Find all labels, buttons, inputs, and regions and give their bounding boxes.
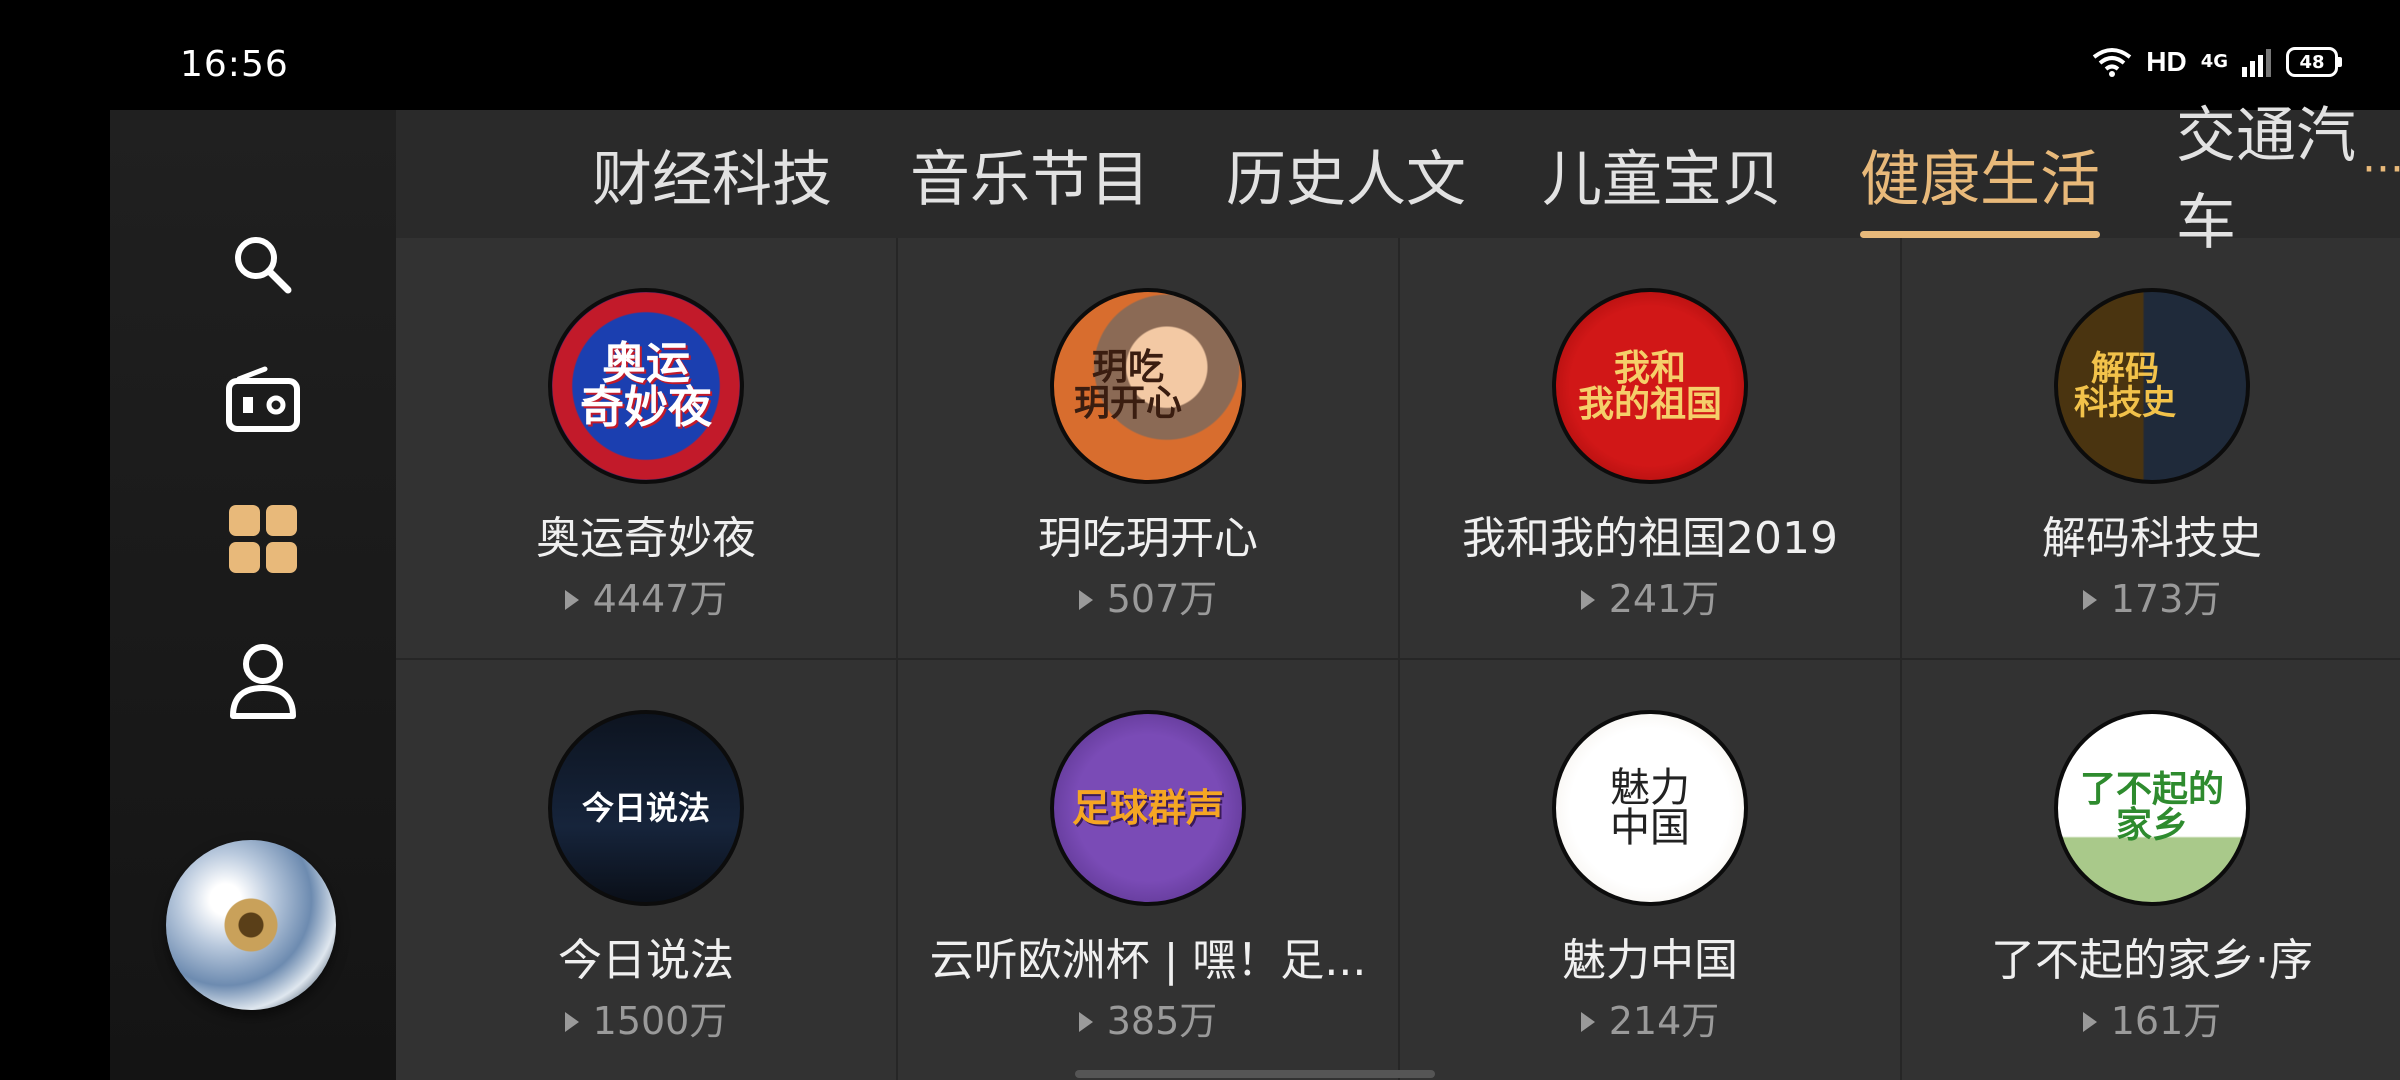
battery-indicator: 48 <box>2286 47 2342 77</box>
signal-icon <box>2242 49 2271 77</box>
sidebar-radio[interactable] <box>208 345 318 455</box>
program-card[interactable]: 魅力 中国 魅力中国 214万 <box>1400 660 1900 1080</box>
program-title: 魅力中国 <box>1562 935 1738 986</box>
tab-music[interactable]: 音乐节目 <box>910 110 1150 238</box>
program-grid: 奥运 奇妙夜 奥运奇妙夜 4447万 玥吃 玥开心 玥吃玥开心 507万 我和 … <box>396 238 2400 1080</box>
program-plays: 1500万 <box>396 990 896 1045</box>
play-count: 4447万 <box>592 577 728 621</box>
program-title: 解码科技史 <box>2042 513 2262 564</box>
user-icon <box>230 644 296 719</box>
program-plays: 385万 <box>898 990 1398 1045</box>
program-card[interactable]: 我和 我的祖国 我和我的祖国2019 241万 <box>1400 238 1900 658</box>
album-disc-icon[interactable] <box>166 840 336 1010</box>
play-count: 173万 <box>2110 577 2222 621</box>
grid-icon <box>229 505 297 573</box>
active-tab-indicator <box>1860 231 2100 238</box>
program-title: 了不起的家乡·序 <box>1991 935 2313 986</box>
program-card[interactable]: 奥运 奇妙夜 奥运奇妙夜 4447万 <box>396 238 896 658</box>
sidebar-category[interactable] <box>208 484 318 594</box>
more-tabs-icon[interactable]: ··· <box>2362 144 2400 195</box>
program-plays: 161万 <box>1902 990 2400 1045</box>
program-title: 今日说法 <box>558 935 734 986</box>
play-count-icon <box>1078 590 1093 610</box>
search-icon <box>235 237 292 294</box>
play-count: 161万 <box>2110 999 2222 1043</box>
program-plays: 173万 <box>1902 568 2400 623</box>
play-count: 1500万 <box>592 999 728 1043</box>
program-plays: 507万 <box>898 568 1398 623</box>
program-card[interactable]: 今日说法 今日说法 1500万 <box>396 660 896 1080</box>
program-card[interactable]: 解码 科技史 解码科技史 173万 <box>1902 238 2400 658</box>
play-count: 241万 <box>1608 577 1720 621</box>
tab-history[interactable]: 历史人文 <box>1226 110 1466 238</box>
program-title: 奥运奇妙夜 <box>536 513 756 564</box>
program-plays: 241万 <box>1400 568 1900 623</box>
play-count-icon <box>2082 590 2097 610</box>
hd-indicator: HD <box>2146 46 2187 77</box>
program-cover: 奥运 奇妙夜 <box>548 288 744 484</box>
play-count: 214万 <box>1608 999 1720 1043</box>
program-cover: 足球群声 <box>1050 710 1246 906</box>
program-cover: 我和 我的祖国 <box>1552 288 1748 484</box>
play-count-icon <box>1580 590 1595 610</box>
program-card[interactable]: 了不起的 家乡 了不起的家乡·序 161万 <box>1902 660 2400 1080</box>
program-plays: 214万 <box>1400 990 1900 1045</box>
play-count-icon <box>564 1012 579 1032</box>
play-count-icon <box>564 590 579 610</box>
program-title: 我和我的祖国2019 <box>1462 513 1838 564</box>
status-bar: 16:56 HD 4G 48 <box>0 0 2400 110</box>
program-card[interactable]: 玥吃 玥开心 玥吃玥开心 507万 <box>898 238 1398 658</box>
program-cover: 今日说法 <box>548 710 744 906</box>
program-cover: 了不起的 家乡 <box>2054 710 2250 906</box>
tab-health[interactable]: 健康生活 <box>1860 110 2100 238</box>
play-count-icon <box>1078 1012 1093 1032</box>
sidebar-profile[interactable] <box>208 626 318 736</box>
network-4g-label: 4G <box>2200 51 2228 72</box>
wifi-icon <box>2093 48 2132 77</box>
play-count-icon <box>2082 1012 2097 1032</box>
status-time: 16:56 <box>180 44 289 85</box>
play-count: 385万 <box>1106 999 1218 1043</box>
play-count-icon <box>1580 1012 1595 1032</box>
category-tab-bar: 财经科技 音乐节目 历史人文 儿童宝贝 健康生活 交通汽车 ··· <box>396 101 2400 258</box>
sidebar-search[interactable] <box>208 210 318 320</box>
program-plays: 4447万 <box>396 568 896 623</box>
play-count: 507万 <box>1106 577 1218 621</box>
app-window: 财经科技 音乐节目 历史人文 儿童宝贝 健康生活 交通汽车 ··· 奥运 奇妙夜… <box>110 101 2400 1080</box>
program-title: 云听欧洲杯 | 嘿！足... <box>929 935 1367 986</box>
radio-icon <box>226 366 300 432</box>
program-card[interactable]: 足球群声 云听欧洲杯 | 嘿！足... 385万 <box>898 660 1398 1080</box>
sidebar <box>110 110 396 1080</box>
status-icons: HD 4G 48 <box>2092 46 2342 78</box>
tab-finance-tech[interactable]: 财经科技 <box>592 110 832 238</box>
program-cover: 解码 科技史 <box>2054 288 2250 484</box>
tab-children[interactable]: 儿童宝贝 <box>1542 110 1782 238</box>
program-cover: 玥吃 玥开心 <box>1050 288 1246 484</box>
program-title: 玥吃玥开心 <box>1038 513 1258 564</box>
home-indicator[interactable] <box>1075 1070 1435 1078</box>
program-cover: 魅力 中国 <box>1552 710 1748 906</box>
